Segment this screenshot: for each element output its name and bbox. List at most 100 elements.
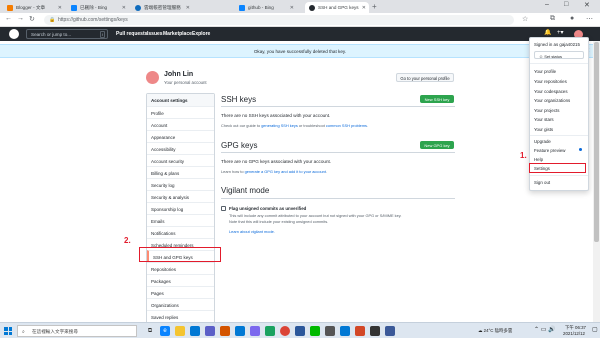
menu-item-appearance[interactable]: Appearance bbox=[147, 130, 214, 142]
your-gists-link[interactable]: Your gists bbox=[534, 127, 553, 132]
app-icon[interactable] bbox=[325, 326, 335, 336]
menu-item-profile[interactable]: Profile bbox=[147, 106, 214, 118]
app-icon[interactable] bbox=[355, 326, 365, 336]
nav-issues[interactable]: Issues bbox=[147, 31, 163, 37]
forward-icon[interactable]: → bbox=[17, 15, 24, 22]
menu-item-packages[interactable]: Packages bbox=[147, 274, 214, 286]
browser-tab-strip: Blogger - 文章 ✕ 已刪除 - Bing ✕ 雲端帳密管理服務 ✕ gith… bbox=[0, 0, 600, 13]
common-ssh-problems-link[interactable]: common SSH problems bbox=[326, 123, 367, 128]
menu-item-billing[interactable]: Billing & plans bbox=[147, 166, 214, 178]
line-icon[interactable] bbox=[310, 326, 320, 336]
github-logo-icon[interactable] bbox=[9, 29, 19, 39]
new-tab-button[interactable]: + bbox=[372, 2, 377, 11]
menu-item-accessibility[interactable]: Accessibility bbox=[147, 142, 214, 154]
taskbar-search-input[interactable]: ⌕ 在這裡輸入文字來搜尋 bbox=[17, 325, 137, 337]
notification-icon[interactable]: ▢ bbox=[592, 326, 598, 333]
maximize-button[interactable]: □ bbox=[564, 1, 568, 8]
new-ssh-key-button[interactable]: New SSH key bbox=[420, 95, 454, 103]
chrome-icon[interactable] bbox=[280, 326, 290, 336]
menu-item-security-log[interactable]: Security log bbox=[147, 178, 214, 190]
menu-item-account-security[interactable]: Account security bbox=[147, 154, 214, 166]
gpg-empty-text: There are no GPG keys associated with yo… bbox=[221, 159, 332, 164]
generate-gpg-key-link[interactable]: generate a GPG key and add it to your ac… bbox=[245, 169, 326, 174]
menu-item-saved-replies[interactable]: Saved replies bbox=[147, 310, 214, 322]
menu-item-notifications[interactable]: Notifications bbox=[147, 226, 214, 238]
menu-item-repositories[interactable]: Repositories bbox=[147, 262, 214, 274]
your-stars-link[interactable]: Your stars bbox=[534, 117, 554, 122]
word-icon[interactable] bbox=[295, 326, 305, 336]
avatar[interactable] bbox=[146, 71, 159, 84]
menu-item-sponsorship-log[interactable]: Sponsorship log bbox=[147, 202, 214, 214]
your-repositories-link[interactable]: Your repositories bbox=[534, 79, 567, 84]
sign-out-link[interactable]: Sign out bbox=[534, 180, 550, 185]
close-window-button[interactable]: ✕ bbox=[584, 1, 590, 9]
close-tab-icon[interactable]: ✕ bbox=[290, 5, 294, 11]
your-codespaces-link[interactable]: Your codespaces bbox=[534, 89, 568, 94]
mail-icon[interactable] bbox=[190, 326, 200, 336]
upgrade-link[interactable]: Upgrade bbox=[534, 139, 551, 144]
clock-date[interactable]: 2021/12/12 bbox=[563, 331, 585, 336]
password-manager-icon bbox=[135, 4, 141, 11]
windows-start-icon[interactable] bbox=[4, 327, 12, 335]
plus-icon[interactable]: +▾ bbox=[557, 29, 564, 36]
tray-icons[interactable]: ⌃ ▭ 🔊 bbox=[534, 326, 556, 333]
browser-tab-active[interactable]: SSH and GPG keys ✕ bbox=[305, 2, 369, 13]
vigilant-note: Note that this will include your existin… bbox=[229, 219, 329, 224]
star-icon[interactable]: ☆ bbox=[522, 15, 528, 23]
minimize-button[interactable]: – bbox=[545, 1, 549, 8]
store-icon[interactable] bbox=[205, 326, 215, 336]
help-link[interactable]: Help bbox=[534, 157, 543, 162]
browser-tab[interactable]: Blogger - 文章 ✕ bbox=[3, 2, 65, 13]
your-profile-link[interactable]: Your profile bbox=[534, 69, 556, 74]
gpg-help-text: Learn how to generate a GPG key and add … bbox=[221, 169, 327, 174]
new-gpg-key-button[interactable]: New GPG key bbox=[420, 141, 454, 149]
generating-ssh-keys-link[interactable]: generating SSH keys bbox=[261, 123, 298, 128]
file-explorer-icon[interactable] bbox=[175, 326, 185, 336]
edge-icon[interactable]: e bbox=[160, 326, 170, 336]
nav-explore[interactable]: Explore bbox=[192, 31, 210, 37]
nav-pull-requests[interactable]: Pull requests bbox=[116, 31, 147, 37]
profile-subtitle: Your personal account bbox=[164, 80, 207, 85]
browser-tab[interactable]: 已刪除 - Bing ✕ bbox=[67, 2, 129, 13]
close-tab-icon[interactable]: ✕ bbox=[186, 5, 190, 11]
profile-icon[interactable]: ● bbox=[570, 15, 574, 22]
flag-unsigned-checkbox[interactable] bbox=[221, 206, 226, 211]
menu-item-security-analysis[interactable]: Security & analysis bbox=[147, 190, 214, 202]
blogger-icon bbox=[7, 4, 13, 11]
more-icon[interactable]: ⋯ bbox=[586, 15, 593, 23]
browser-tab[interactable]: 雲端帳密管理服務 ✕ bbox=[131, 2, 193, 13]
scrollbar-thumb[interactable] bbox=[594, 42, 599, 242]
close-tab-icon[interactable]: ✕ bbox=[58, 5, 62, 11]
weather-status[interactable]: ☁ 24°C 陰時多雲 bbox=[478, 328, 512, 334]
set-status-button[interactable]: ☺ Set status bbox=[534, 51, 584, 59]
learn-vigilant-mode-link[interactable]: Learn about vigilant mode. bbox=[229, 229, 275, 234]
menu-item-pages[interactable]: Pages bbox=[147, 286, 214, 298]
extensions-icon[interactable]: ⧉ bbox=[550, 15, 555, 23]
close-tab-icon[interactable]: ✕ bbox=[362, 5, 366, 11]
feature-preview-link[interactable]: Feature preview bbox=[534, 148, 565, 153]
close-tab-icon[interactable]: ✕ bbox=[122, 5, 126, 11]
visual-studio-icon[interactable] bbox=[250, 326, 260, 336]
task-view-icon[interactable]: ⧉ bbox=[145, 326, 155, 336]
app-icon[interactable] bbox=[340, 326, 350, 336]
gpg-keys-title: GPG keys bbox=[221, 141, 258, 150]
menu-item-account[interactable]: Account bbox=[147, 118, 214, 130]
search-input[interactable]: Search or jump to... / bbox=[26, 29, 108, 39]
bell-icon[interactable]: 🔔 bbox=[544, 29, 551, 36]
url-input[interactable]: 🔒 https://github.com/settings/keys bbox=[44, 15, 514, 25]
app-icon[interactable] bbox=[220, 326, 230, 336]
app-icon[interactable] bbox=[385, 326, 395, 336]
go-to-profile-button[interactable]: Go to your personal profile bbox=[396, 73, 454, 82]
your-projects-link[interactable]: Your projects bbox=[534, 108, 559, 113]
reload-icon[interactable]: ↻ bbox=[29, 15, 35, 23]
app-icon[interactable] bbox=[370, 326, 380, 336]
menu-item-emails[interactable]: Emails bbox=[147, 214, 214, 226]
menu-item-organizations[interactable]: Organizations bbox=[147, 298, 214, 310]
browser-tab[interactable]: github - Bing ✕ bbox=[235, 2, 297, 13]
your-organizations-link[interactable]: Your organizations bbox=[534, 98, 570, 103]
app-icon[interactable] bbox=[235, 326, 245, 336]
flag-unsigned-label[interactable]: Flag unsigned commits as unverified bbox=[229, 206, 306, 211]
app-icon[interactable] bbox=[265, 326, 275, 336]
back-icon[interactable]: ← bbox=[5, 15, 12, 22]
nav-marketplace[interactable]: Marketplace bbox=[163, 31, 192, 37]
